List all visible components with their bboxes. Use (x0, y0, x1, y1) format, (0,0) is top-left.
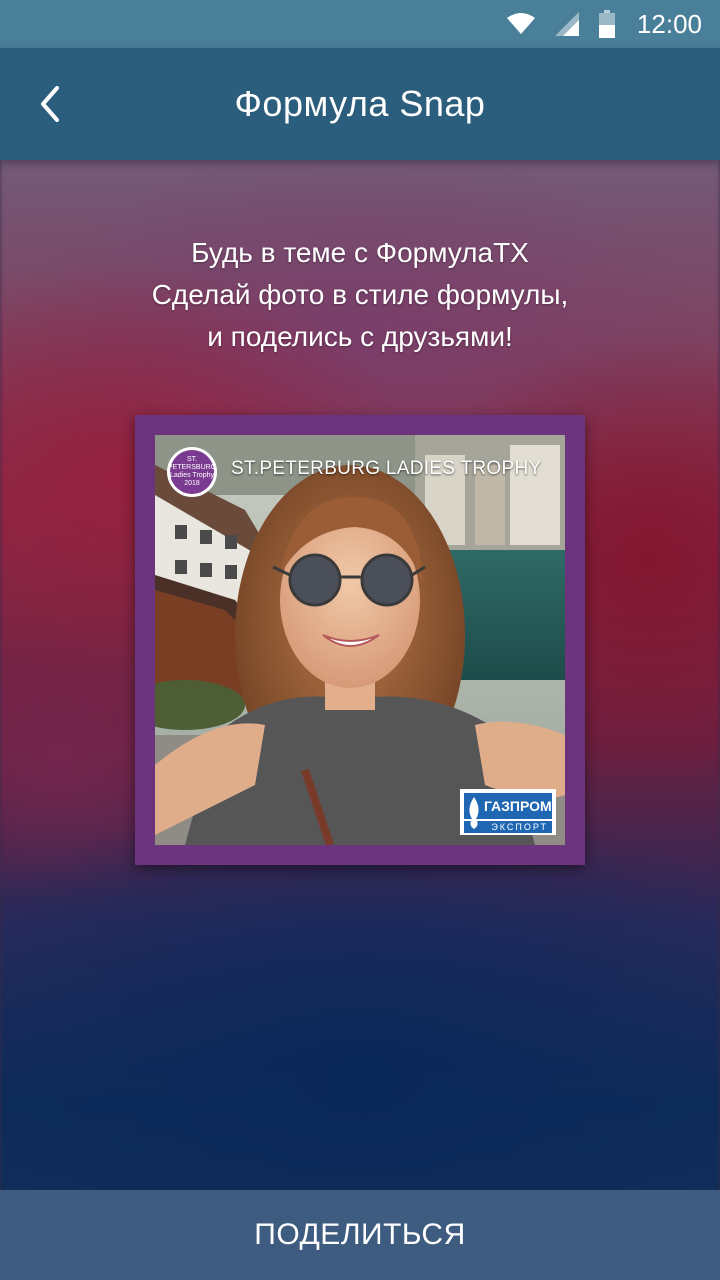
chevron-left-icon (41, 86, 59, 122)
screen: 12:00 Формула Snap Будь в теме с Формула… (0, 0, 720, 1280)
intro-line: Сделай фото в стиле формулы, (151, 279, 569, 310)
intro-line: Будь в теме с ФормулаТХ (191, 237, 529, 268)
status-time: 12:00 (636, 8, 702, 39)
page-title: Формула Snap (234, 83, 486, 124)
photo-frame[interactable]: ST. PETERSBURG Ladies Trophy 2018 ST.PET… (135, 415, 585, 865)
photo-illustration (155, 435, 565, 845)
app-bar: Формула Snap (0, 48, 720, 160)
event-title: ST.PETERBURG LADIES TROPHY (231, 458, 542, 479)
intro-line: и поделись с друзьями! (207, 321, 513, 352)
wifi-icon (506, 13, 535, 35)
intro-text: Будь в теме с ФормулаТХ Сделай фото в ст… (60, 232, 660, 358)
battery-icon (598, 10, 615, 38)
back-button[interactable] (22, 76, 78, 132)
signal-icon (554, 12, 579, 36)
snap-photo: ST. PETERSBURG Ladies Trophy 2018 ST.PET… (155, 435, 565, 845)
status-bar: 12:00 (0, 0, 720, 48)
sponsor-logo: ГАЗПРОМ ЭКСПОРТ (460, 789, 556, 835)
sponsor-flame-icon (466, 795, 482, 831)
trophy-logo: ST. PETERSBURG Ladies Trophy 2018 (167, 447, 217, 497)
share-button[interactable]: ПОДЕЛИТЬСЯ (0, 1190, 720, 1280)
